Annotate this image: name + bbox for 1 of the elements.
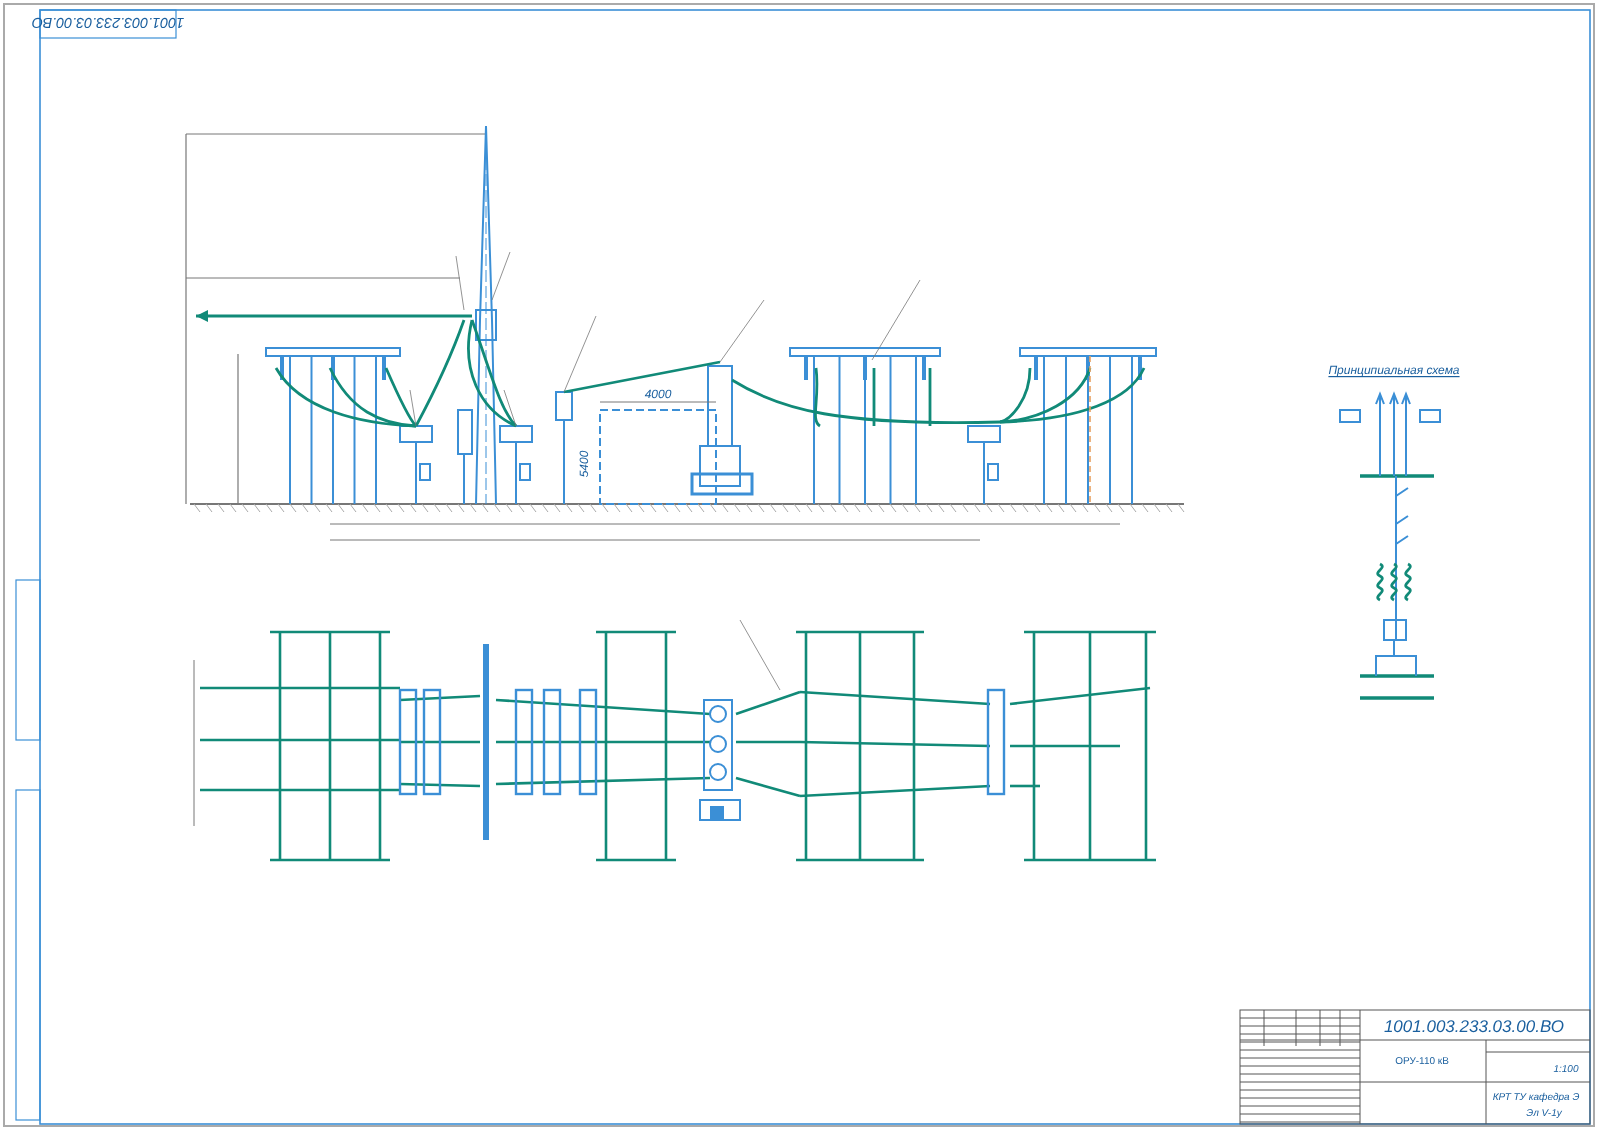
drawing-number: 1001.003.233.03.00.ВО <box>1383 1016 1565 1036</box>
